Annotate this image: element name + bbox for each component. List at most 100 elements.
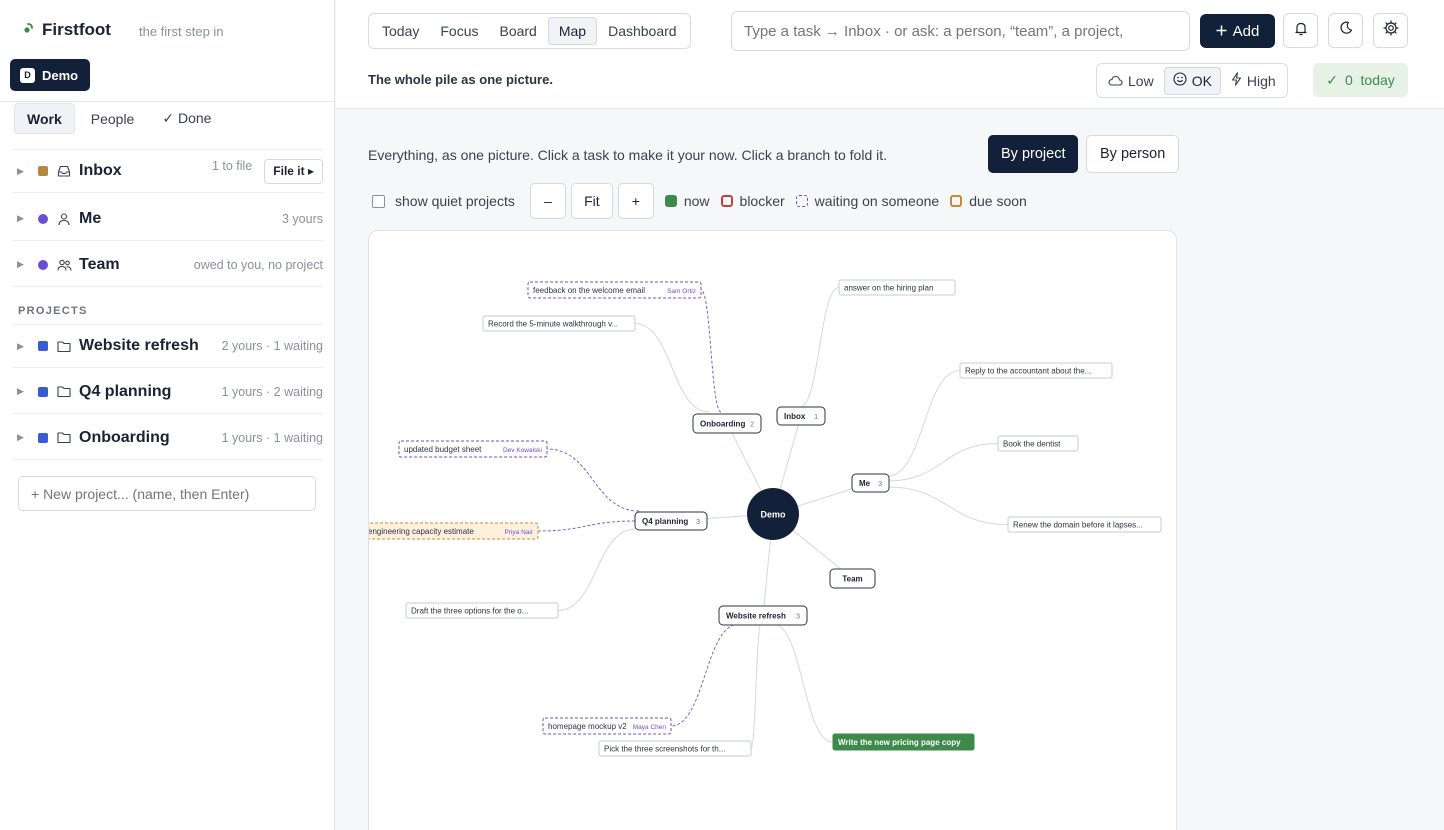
sidebar-item-website-refresh[interactable]: ▶ Website refresh 2 yours · 1 waiting bbox=[12, 324, 323, 368]
map-hub-count: 3 bbox=[696, 519, 700, 526]
map-task-label: engineering capacity estimate bbox=[369, 527, 474, 536]
map-task-label: Pick the three screenshots for th... bbox=[604, 745, 725, 754]
expand-caret-icon[interactable]: ▶ bbox=[17, 341, 27, 352]
map-task-node[interactable]: Renew the domain before it lapses... bbox=[1007, 516, 1162, 533]
show-quiet-checkbox[interactable] bbox=[372, 194, 385, 208]
map-hub-team[interactable]: Team bbox=[829, 568, 876, 589]
check-icon: ✓ bbox=[1326, 71, 1338, 88]
map-hub-q4[interactable]: Q4 planning 3 bbox=[634, 511, 708, 531]
energy-selector: Low OK High bbox=[1096, 63, 1288, 98]
expand-caret-icon[interactable]: ▶ bbox=[17, 259, 27, 270]
done-today-badge: ✓ 0 today bbox=[1313, 63, 1408, 97]
map-task-node[interactable]: homepage mockup v2 Maya Chen bbox=[542, 717, 672, 735]
zoom-out-button[interactable]: – bbox=[529, 183, 566, 219]
map-task-node[interactable]: answer on the hiring plan bbox=[838, 279, 956, 296]
fit-button[interactable]: Fit bbox=[570, 183, 613, 219]
map-hub-label: Q4 planning bbox=[642, 517, 688, 526]
map-hub-label: Me bbox=[859, 479, 871, 488]
tab-board[interactable]: Board bbox=[489, 17, 546, 45]
map-hub-me[interactable]: Me 3 bbox=[851, 473, 890, 493]
sidebar-item-meta: 1 yours · 1 waiting bbox=[221, 430, 323, 445]
workspace-badge: D bbox=[20, 67, 35, 83]
add-button[interactable]: Add bbox=[1200, 14, 1275, 48]
folder-icon bbox=[56, 384, 72, 400]
folder-icon bbox=[56, 338, 72, 354]
map-hub-inbox[interactable]: Inbox 1 bbox=[776, 406, 826, 426]
map-task-node[interactable]: Record the 5-minute walkthrough v... bbox=[482, 315, 636, 332]
map-link-task bbox=[799, 287, 840, 408]
dark-mode-button[interactable] bbox=[1328, 13, 1363, 48]
legend-waiting: waiting on someone bbox=[795, 193, 940, 209]
group-by-project-button[interactable]: By project bbox=[988, 135, 1079, 173]
add-button-label: Add bbox=[1232, 22, 1260, 40]
sidebar-item-q4-planning[interactable]: ▶ Q4 planning 1 yours · 2 waiting bbox=[12, 370, 323, 414]
expand-caret-icon[interactable]: ▶ bbox=[17, 166, 27, 177]
map-task-node[interactable]: updated budget sheet Dev Kowalski bbox=[398, 440, 548, 458]
map-root-node[interactable]: Demo bbox=[747, 488, 799, 540]
map-task-node[interactable]: feedback on the welcome email Sam Ortiz bbox=[527, 281, 702, 299]
sidebar-item-label: Team bbox=[79, 255, 120, 273]
map-task-node[interactable]: Write the new pricing page copy bbox=[832, 733, 975, 751]
sidebar-item-me[interactable]: ▶ Me 3 yours bbox=[12, 197, 323, 241]
sidebar-item-inbox[interactable]: ▶ Inbox 1 to file File it ▸ bbox=[12, 149, 323, 193]
expand-caret-icon[interactable]: ▶ bbox=[17, 213, 27, 224]
energy-low[interactable]: Low bbox=[1100, 67, 1162, 95]
quick-add-input[interactable] bbox=[731, 11, 1190, 51]
inbox-icon bbox=[56, 163, 72, 179]
new-project-input[interactable] bbox=[18, 476, 316, 511]
legend-swatch-now bbox=[664, 195, 677, 207]
zoom-in-button[interactable]: + bbox=[617, 183, 654, 219]
sidebar-item-meta: 2 yours · 1 waiting bbox=[221, 339, 323, 353]
map-hub-onboarding[interactable]: Onboarding 2 bbox=[692, 413, 762, 434]
logo-icon bbox=[22, 21, 36, 40]
brand[interactable]: Firstfoot the first step in bbox=[22, 20, 224, 40]
map-task-label: Reply to the accountant about the... bbox=[965, 367, 1091, 376]
map-link-task bbox=[557, 528, 636, 611]
tab-today[interactable]: Today bbox=[372, 17, 429, 45]
sidebar: Firstfoot the first step in D Demo Work … bbox=[0, 0, 335, 830]
group-by-person-button[interactable]: By person bbox=[1086, 135, 1180, 173]
map-task-node[interactable]: Draft the three options for the o... bbox=[405, 602, 559, 619]
sidebar-divider bbox=[0, 101, 335, 102]
map-task-label: Record the 5-minute walkthrough v... bbox=[488, 320, 618, 329]
sidebar-item-team[interactable]: ▶ Team owed to you, no project bbox=[12, 243, 323, 287]
expand-caret-icon[interactable]: ▶ bbox=[17, 432, 27, 443]
mind-map[interactable]: feedback on the welcome email Sam Ortiz Re… bbox=[369, 231, 1177, 830]
map-task-node[interactable]: Reply to the accountant about the... bbox=[959, 362, 1113, 379]
map-hub-website[interactable]: Website refresh 3 bbox=[718, 605, 808, 626]
bell-icon bbox=[1294, 21, 1308, 41]
energy-ok[interactable]: OK bbox=[1163, 66, 1221, 95]
map-task-person: Priya Nair bbox=[504, 529, 533, 536]
file-it-button[interactable]: File it ▸ bbox=[264, 158, 323, 184]
mind-map-canvas[interactable]: feedback on the welcome email Sam Ortiz Re… bbox=[368, 230, 1177, 830]
map-task-person: Maya Chen bbox=[633, 724, 667, 731]
tab-map[interactable]: Map bbox=[547, 17, 598, 45]
map-hub-count: 3 bbox=[878, 481, 882, 488]
map-intro-text: Everything, as one picture. Click a task… bbox=[368, 147, 888, 163]
settings-button[interactable] bbox=[1373, 13, 1408, 48]
brand-tagline: the first step in bbox=[139, 24, 224, 39]
tab-focus[interactable]: Focus bbox=[430, 17, 488, 45]
map-link-task bbox=[887, 370, 961, 477]
expand-caret-icon[interactable]: ▶ bbox=[17, 386, 27, 397]
energy-high[interactable]: High bbox=[1223, 67, 1284, 95]
tab-done[interactable]: ✓ Done bbox=[150, 103, 223, 134]
energy-low-label: Low bbox=[1128, 72, 1154, 89]
workspace-switcher[interactable]: D Demo bbox=[10, 59, 91, 91]
map-controls: show quiet projects – Fit + now blocker … bbox=[372, 183, 1027, 219]
legend-label: waiting on someone bbox=[814, 193, 940, 209]
legend-label: due soon bbox=[969, 193, 1027, 209]
tab-work[interactable]: Work bbox=[14, 103, 75, 134]
tab-dashboard[interactable]: Dashboard bbox=[598, 17, 687, 45]
map-link-task bbox=[772, 623, 834, 743]
view-switcher: Today Focus Board Map Dashboard bbox=[368, 13, 691, 49]
map-task-node[interactable]: Book the dentist bbox=[997, 435, 1079, 452]
brand-name: Firstfoot bbox=[42, 20, 111, 39]
map-task-node[interactable]: engineering capacity estimate Priya Nair bbox=[369, 522, 539, 540]
map-link-task bbox=[634, 323, 710, 413]
tab-people[interactable]: People bbox=[79, 103, 147, 134]
sidebar-item-label: Onboarding bbox=[79, 428, 170, 446]
map-task-node[interactable]: Pick the three screenshots for th... bbox=[598, 740, 752, 757]
notifications-button[interactable] bbox=[1283, 13, 1318, 48]
sidebar-item-onboarding[interactable]: ▶ Onboarding 1 yours · 1 waiting bbox=[12, 416, 323, 460]
